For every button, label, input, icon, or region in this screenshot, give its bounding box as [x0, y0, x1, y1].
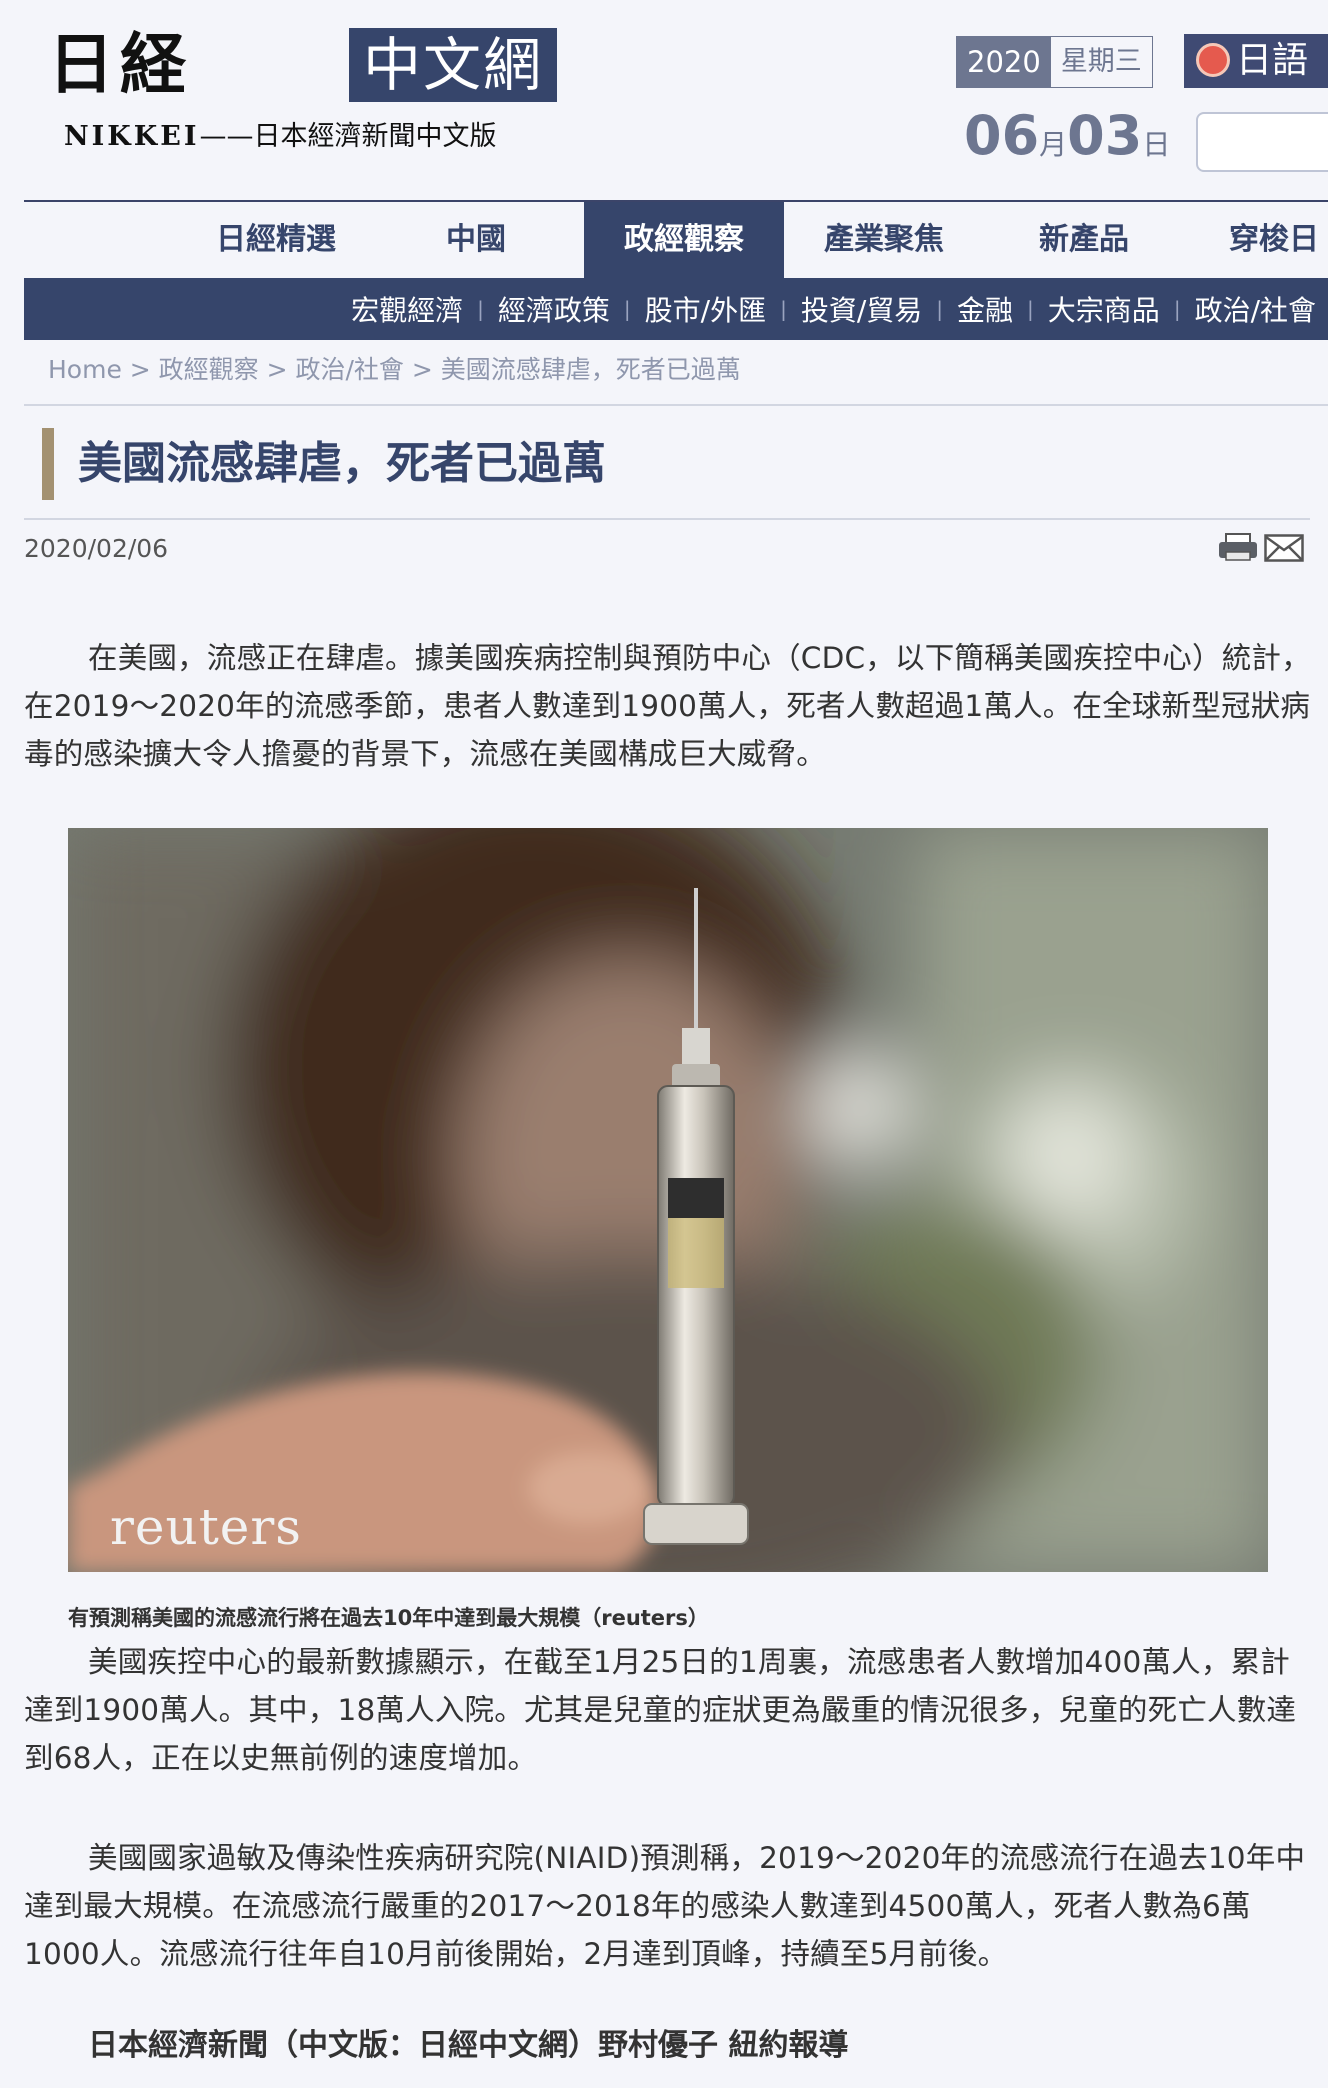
photo-caption: 有預測稱美國的流感流行將在過去10年中達到最大規模（reuters） — [68, 1606, 709, 1630]
article-byline: 日本經濟新聞（中文版：日經中文網）野村優子 紐約報導 — [88, 2028, 849, 2063]
site-subtitle: NIKKEI——日本經濟新聞中文版 — [64, 114, 496, 153]
subnav-separator: | — [1027, 297, 1034, 321]
nav-item-politics-economy[interactable]: 政經觀察 — [584, 202, 784, 278]
divider — [24, 518, 1310, 520]
divider — [24, 404, 1328, 406]
date-month: 06 — [964, 104, 1040, 167]
subnav-item-investment-trade[interactable]: 投資/貿易 — [801, 289, 922, 329]
nav-item-industry[interactable]: 產業聚焦 — [784, 202, 984, 278]
subnav-item-commodities[interactable]: 大宗商品 — [1048, 289, 1160, 329]
current-date: 06月03日 — [964, 104, 1170, 177]
site-logo[interactable]: 日経 — [48, 26, 192, 102]
article-paragraph: 美國疾控中心的最新數據顯示，在截至1月25日的1周裏，流感患者人數增加400萬人… — [24, 1645, 1297, 1775]
subnav-item-stocks-fx[interactable]: 股市/外匯 — [645, 289, 766, 329]
date-year: 2020 — [957, 37, 1051, 87]
language-button[interactable]: 日語 — [1184, 34, 1328, 88]
sub-nav: 宏觀經濟 | 經濟政策 | 股市/外匯 | 投資/貿易 | 金融 | 大宗商品 … — [24, 278, 1328, 340]
subnav-item-macro[interactable]: 宏觀經濟 — [351, 289, 463, 329]
language-flag-icon — [1196, 43, 1230, 77]
print-icon[interactable] — [1218, 532, 1258, 562]
mail-icon[interactable] — [1264, 534, 1304, 562]
photo-credit: reuters — [110, 1498, 302, 1556]
date-weekday: 星期三 — [1050, 37, 1152, 87]
breadcrumb[interactable]: Home > 政經觀察 > 政治/社會 > 美國流感肆虐，死者已過萬 — [48, 350, 741, 386]
date-day: 03 — [1067, 104, 1143, 167]
site-subtitle-brand: NIKKEI — [64, 121, 200, 152]
date-month-unit: 月 — [1039, 128, 1068, 161]
subnav-item-politics-society[interactable]: 政治/社會 — [1195, 289, 1316, 329]
language-label: 日語 — [1236, 40, 1309, 81]
subnav-item-policy[interactable]: 經濟政策 — [498, 289, 610, 329]
subnav-separator: | — [780, 297, 787, 321]
article-photo — [68, 828, 1268, 1572]
site-logo-tag[interactable]: 中文網 — [349, 28, 557, 102]
article-paragraph: 美國國家過敏及傳染性疾病研究院(NIAID)預測稱，2019～2020年的流感流… — [24, 1841, 1306, 1971]
nav-item-japan-shuttle[interactable]: 穿梭日 — [1184, 202, 1328, 278]
site-subtitle-text: ——日本經濟新聞中文版 — [199, 121, 497, 152]
nav-item-china[interactable]: 中國 — [368, 202, 584, 278]
nav-item-new-products[interactable]: 新產品 — [984, 202, 1184, 278]
date-badge: 2020 星期三 — [956, 36, 1153, 88]
main-nav: 日經精選 中國 政經觀察 產業聚焦 新產品 穿梭日 — [24, 202, 1328, 278]
subnav-separator: | — [477, 297, 484, 321]
subnav-separator: | — [623, 297, 631, 321]
subnav-separator: | — [936, 297, 944, 321]
search-input[interactable] — [1196, 112, 1328, 172]
subnav-separator: | — [1173, 297, 1181, 321]
subnav-item-finance[interactable]: 金融 — [957, 289, 1013, 329]
nav-item-nikkei-picks[interactable]: 日經精選 — [184, 202, 368, 278]
article-title: 美國流感肆虐，死者已過萬 — [78, 438, 606, 489]
article-paragraph: 在美國，流感正在肆虐。據美國疾病控制與預防中心（CDC，以下簡稱美國疾控中心）統… — [24, 641, 1311, 771]
publish-date: 2020/02/06 — [24, 534, 169, 563]
title-accent-bar — [42, 428, 54, 500]
date-day-unit: 日 — [1142, 128, 1171, 161]
